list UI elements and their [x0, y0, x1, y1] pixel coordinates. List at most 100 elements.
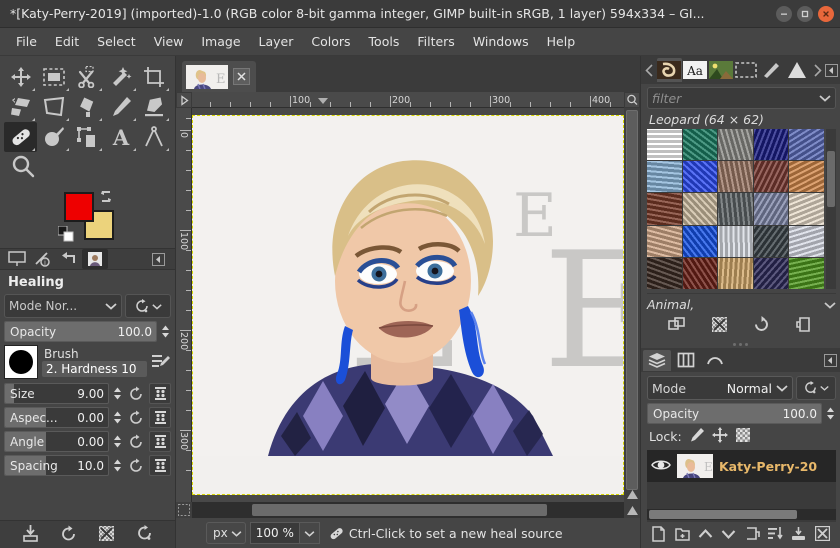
duplicate-pattern-icon[interactable] [668, 316, 685, 336]
vertical-scrollbar[interactable] [624, 108, 640, 502]
crop-tool[interactable] [138, 62, 171, 92]
menu-edit[interactable]: Edit [47, 31, 87, 52]
pencil-tool[interactable] [104, 92, 137, 122]
quick-mask-toggle-icon[interactable] [624, 486, 640, 502]
new-layer-icon[interactable] [651, 526, 666, 545]
brush-name[interactable]: 2. Hardness 10 [42, 361, 147, 377]
refresh-patterns-icon[interactable] [753, 316, 770, 336]
lower-layer-icon[interactable] [721, 527, 736, 544]
spacing-slider[interactable]: Spacing 10.0 [4, 455, 109, 476]
horizontal-scrollbar-thumb[interactable] [252, 504, 547, 516]
pattern-swatch[interactable] [789, 129, 824, 160]
pattern-swatch[interactable] [754, 193, 789, 224]
spacing-stepper[interactable] [112, 459, 123, 472]
scroll-tabs-right-icon[interactable] [811, 64, 824, 77]
fuzzy-select-tool[interactable] [104, 62, 137, 92]
tab-fonts[interactable]: Aa [683, 58, 708, 82]
tab-brushes[interactable] [760, 58, 785, 82]
menu-layer[interactable]: Layer [251, 31, 302, 52]
pattern-swatch[interactable] [754, 258, 789, 289]
pattern-swatch[interactable] [647, 129, 682, 160]
measure-tool[interactable] [138, 122, 171, 152]
duplicate-layer-icon[interactable] [745, 526, 760, 544]
anchor-layer-icon[interactable] [768, 526, 783, 544]
pattern-swatch[interactable] [754, 226, 789, 257]
pattern-swatch[interactable] [789, 193, 824, 224]
horizontal-ruler[interactable]: 100 200 300 [192, 92, 624, 108]
swap-colors-icon[interactable] [98, 190, 114, 207]
tab-gradients[interactable] [785, 58, 810, 82]
foreground-color-swatch[interactable] [64, 192, 94, 222]
scroll-tabs-left-icon[interactable] [643, 64, 656, 77]
menu-help[interactable]: Help [539, 31, 584, 52]
brush-selector[interactable]: Brush 2. Hardness 10 [4, 345, 171, 379]
pattern-swatch[interactable] [683, 161, 718, 192]
menu-colors[interactable]: Colors [303, 31, 358, 52]
healing-tool[interactable] [4, 122, 37, 152]
pattern-swatch[interactable] [754, 161, 789, 192]
reset-spacing-icon[interactable] [126, 455, 146, 476]
bucket-fill-tool[interactable] [71, 92, 104, 122]
undo-history-tab-icon[interactable] [56, 249, 82, 269]
tab-selections[interactable] [734, 58, 759, 82]
delete-pattern-icon[interactable] [711, 316, 728, 336]
size-slider[interactable]: Size 9.00 [4, 383, 109, 404]
layers-dock-menu-icon[interactable] [822, 354, 838, 367]
tab-patterns[interactable] [657, 58, 682, 82]
layer-list-scrollbar-thumb[interactable] [649, 510, 797, 519]
close-button[interactable] [818, 6, 834, 22]
unified-transform-tool[interactable] [4, 92, 37, 122]
layer-list-scrollbar[interactable] [647, 509, 836, 520]
right-dock-menu-icon[interactable] [825, 64, 838, 77]
pattern-swatch[interactable] [683, 129, 718, 160]
layer-list[interactable]: E Katy-Perry-20 [647, 450, 836, 522]
pattern-swatch[interactable] [718, 161, 753, 192]
aspect-stepper[interactable] [112, 411, 123, 424]
pattern-swatch[interactable] [789, 258, 824, 289]
pattern-swatch[interactable] [647, 161, 682, 192]
merge-down-icon[interactable] [791, 526, 806, 544]
close-image-tab-button[interactable] [233, 68, 250, 85]
pattern-swatch[interactable] [683, 193, 718, 224]
patterns-scrollbar[interactable] [826, 129, 836, 289]
pattern-swatch[interactable] [718, 193, 753, 224]
eraser-tool[interactable] [138, 92, 171, 122]
pattern-swatch[interactable] [718, 226, 753, 257]
reset-tool-options-icon[interactable] [136, 525, 153, 545]
pattern-swatch[interactable] [683, 258, 718, 289]
layer-opacity-slider[interactable]: Opacity 100.0 [647, 403, 822, 424]
zoom-level-input[interactable]: 100 % [250, 522, 299, 544]
patterns-scrollbar-thumb[interactable] [827, 151, 835, 207]
restore-tool-preset-icon[interactable] [60, 525, 77, 545]
tool-options-tab-icon[interactable] [4, 249, 30, 269]
lock-pixels-icon[interactable] [689, 427, 705, 446]
pattern-swatch[interactable] [789, 161, 824, 192]
image-canvas[interactable]: E E E [192, 115, 624, 495]
scissors-select-tool[interactable] [71, 62, 104, 92]
open-pattern-icon[interactable] [796, 316, 813, 336]
quick-mask-button[interactable] [176, 502, 192, 518]
paths-tool[interactable] [71, 122, 104, 152]
delete-layer-icon[interactable] [815, 526, 830, 544]
save-tool-preset-icon[interactable] [22, 525, 39, 545]
reset-angle-icon[interactable] [126, 431, 146, 452]
text-tool[interactable]: A [104, 122, 137, 152]
horizontal-scrollbar[interactable] [192, 502, 624, 518]
spacing-dynamics-icon[interactable] [149, 455, 171, 476]
zoom-tool[interactable] [4, 152, 171, 184]
angle-dynamics-icon[interactable] [149, 431, 171, 452]
patterns-grid[interactable] [647, 129, 824, 289]
aspect-dynamics-icon[interactable] [149, 407, 171, 428]
menu-image[interactable]: Image [193, 31, 248, 52]
lock-position-icon[interactable] [712, 427, 728, 446]
navigation-preview-button[interactable] [624, 502, 640, 518]
angle-stepper[interactable] [112, 435, 123, 448]
menu-tools[interactable]: Tools [361, 31, 408, 52]
perspective-tool[interactable] [37, 92, 70, 122]
angle-slider[interactable]: Angle 0.00 [4, 431, 109, 452]
paint-mode-dropdown[interactable]: Mode Nor... [4, 294, 122, 318]
tab-layers[interactable] [643, 350, 671, 371]
opacity-slider[interactable]: Opacity 100.0 [4, 321, 157, 342]
maximize-button[interactable] [797, 6, 813, 22]
unit-dropdown[interactable]: px [206, 522, 246, 544]
